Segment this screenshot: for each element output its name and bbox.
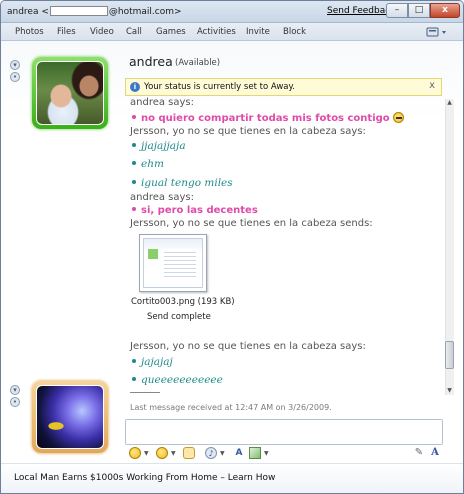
message-text: jajajaj	[141, 356, 173, 368]
nudge-icon[interactable]	[183, 447, 195, 459]
status-info-text: Your status is currently set to Away.	[144, 82, 295, 92]
sender-line: Jersson, yo no se que tienes en la cabez…	[130, 341, 366, 352]
sender-line: andrea says:	[130, 97, 194, 108]
text-mode-icon[interactable]: A	[429, 447, 441, 459]
menu-bar: Photos Files Video Call Games Activities…	[1, 23, 463, 41]
title-bar: andrea < @hotmail.com> Send Feedback – □ …	[1, 1, 463, 23]
contact-name: andrea	[129, 54, 173, 69]
message-line: ehm	[132, 158, 164, 170]
message-text: si, pero las decentes	[141, 205, 258, 216]
message-text: jjajajjaja	[141, 140, 186, 152]
menu-photos[interactable]: Photos	[15, 27, 44, 37]
self-card-icon[interactable]: •	[10, 397, 20, 407]
window-title: andrea < @hotmail.com>	[7, 6, 182, 17]
handwriting-icon[interactable]: ✎	[413, 447, 425, 459]
font-icon[interactable]: A	[233, 447, 245, 459]
message-input-box[interactable]	[125, 419, 443, 445]
sender-line: Jersson, yo no se que tienes en la cabez…	[130, 126, 366, 137]
menu-options-icon[interactable]	[426, 26, 450, 38]
contact-card-icon[interactable]: •	[10, 72, 20, 82]
message-text: ehm	[141, 158, 164, 170]
messenger-window: andrea < @hotmail.com> Send Feedback – □ …	[0, 0, 464, 494]
message-line: jjajajjaja	[132, 140, 186, 152]
scroll-down-icon[interactable]: ▼	[445, 387, 454, 395]
info-icon: i	[130, 82, 140, 92]
sender-line: Jersson, yo no se que tienes en la cabez…	[130, 218, 373, 229]
ad-link[interactable]: Local Man Earns $1000s Working From Home…	[14, 473, 275, 483]
last-message-timestamp: Last message received at 12:47 AM on 3/2…	[130, 403, 332, 412]
send-status: Send complete	[147, 312, 211, 322]
menu-block[interactable]: Block	[283, 27, 306, 37]
collapse-self-icon[interactable]: ▾	[10, 385, 20, 395]
ad-footer: Local Man Earns $1000s Working From Home…	[1, 463, 463, 493]
sent-file-name[interactable]: Cortito003.png (193 KB)	[131, 297, 235, 307]
voice-clip-icon[interactable]: ♪	[205, 447, 217, 459]
emoticon-icon[interactable]	[129, 447, 141, 459]
self-photo	[36, 385, 104, 449]
contact-status: (Available)	[175, 58, 221, 68]
message-text: igual tengo miles	[141, 177, 233, 189]
message-line: igual tengo miles	[132, 177, 233, 189]
contact-avatar[interactable]	[32, 57, 108, 129]
collapse-contact-icon[interactable]: ▾	[10, 60, 20, 70]
sender-line: andrea says:	[130, 192, 194, 203]
minimize-button[interactable]: –	[386, 3, 408, 18]
menu-video[interactable]: Video	[90, 27, 114, 37]
info-bar-close-icon[interactable]: x	[429, 80, 435, 91]
background-dropdown-icon[interactable]: ▼	[264, 450, 269, 457]
voice-dropdown-icon[interactable]: ▼	[220, 450, 225, 457]
status-info-bar: i Your status is currently set to Away. …	[125, 78, 442, 96]
message-input[interactable]	[126, 420, 442, 444]
message-text: no quiero compartir todas mis fotos cont…	[141, 113, 390, 124]
contact-photo	[36, 61, 104, 125]
message-line: no quiero compartir todas mis fotos cont…	[132, 112, 404, 124]
close-button[interactable]: x	[430, 3, 460, 18]
menu-invite[interactable]: Invite	[246, 27, 270, 37]
menu-games[interactable]: Games	[156, 27, 186, 37]
menu-activities[interactable]: Activities	[197, 27, 236, 37]
background-icon[interactable]	[249, 447, 261, 459]
message-text: queeeeeeeeeee	[141, 374, 223, 386]
window-title-prefix: andrea <	[7, 7, 49, 17]
message-line: queeeeeeeeeee	[132, 374, 223, 386]
window-title-suffix: @hotmail.com>	[108, 7, 182, 17]
wink-icon[interactable]	[156, 447, 168, 459]
self-avatar[interactable]	[32, 381, 108, 453]
message-line: jajajaj	[132, 356, 173, 368]
redacted-email-block	[49, 6, 108, 16]
message-line: si, pero las decentes	[132, 205, 258, 216]
scroll-up-icon[interactable]: ▲	[445, 99, 454, 107]
emoticon-dropdown-icon[interactable]: ▼	[144, 450, 149, 457]
history-divider	[130, 392, 160, 393]
sent-file-thumbnail[interactable]	[139, 234, 207, 292]
sad-emoticon-icon	[392, 112, 404, 123]
maximize-button[interactable]: □	[408, 3, 430, 18]
menu-files[interactable]: Files	[57, 27, 76, 37]
wink-dropdown-icon[interactable]: ▼	[171, 450, 176, 457]
scrollbar-thumb[interactable]	[445, 341, 454, 369]
menu-call[interactable]: Call	[126, 27, 142, 37]
